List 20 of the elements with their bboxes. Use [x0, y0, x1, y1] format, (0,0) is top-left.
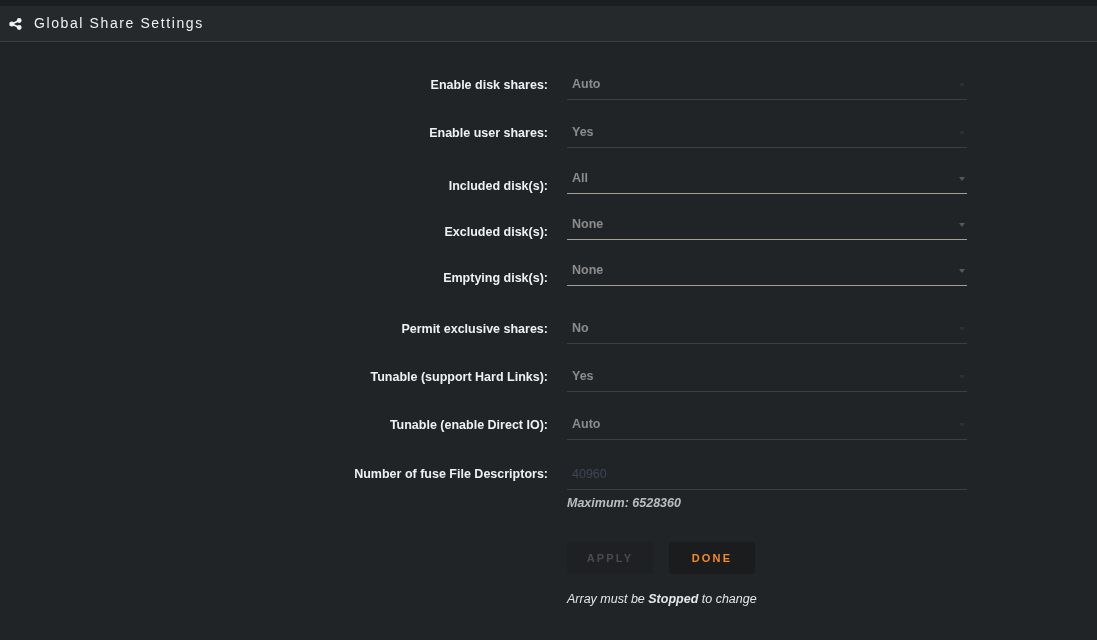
dropdown-field[interactable]: None — [567, 210, 967, 240]
hint-text: Maximum: 6528360 — [567, 495, 681, 511]
caret-icon — [959, 222, 965, 227]
dropdown-field[interactable]: None — [567, 256, 967, 286]
share-icon — [9, 17, 22, 30]
field-label: Tunable (support Hard Links): — [370, 369, 548, 385]
field-label: Included disk(s): — [448, 178, 548, 194]
field-label: Enable disk shares: — [430, 77, 548, 93]
caret-icon — [959, 176, 965, 181]
field-label: Number of fuse File Descriptors: — [354, 466, 548, 482]
dropdown-field[interactable]: All — [567, 164, 967, 194]
caret-icon — [959, 268, 965, 273]
field-label: Emptying disk(s): — [443, 270, 548, 286]
field-label: Excluded disk(s): — [444, 224, 548, 240]
section-title: Global Share Settings — [34, 14, 204, 33]
field-label: Tunable (enable Direct IO): — [389, 417, 548, 433]
field-label: Enable user shares: — [429, 125, 548, 141]
field-label: Permit exclusive shares: — [401, 321, 548, 337]
status-note: Array must be Stopped to change — [567, 591, 757, 607]
done-button[interactable]: DONE — [669, 542, 755, 574]
